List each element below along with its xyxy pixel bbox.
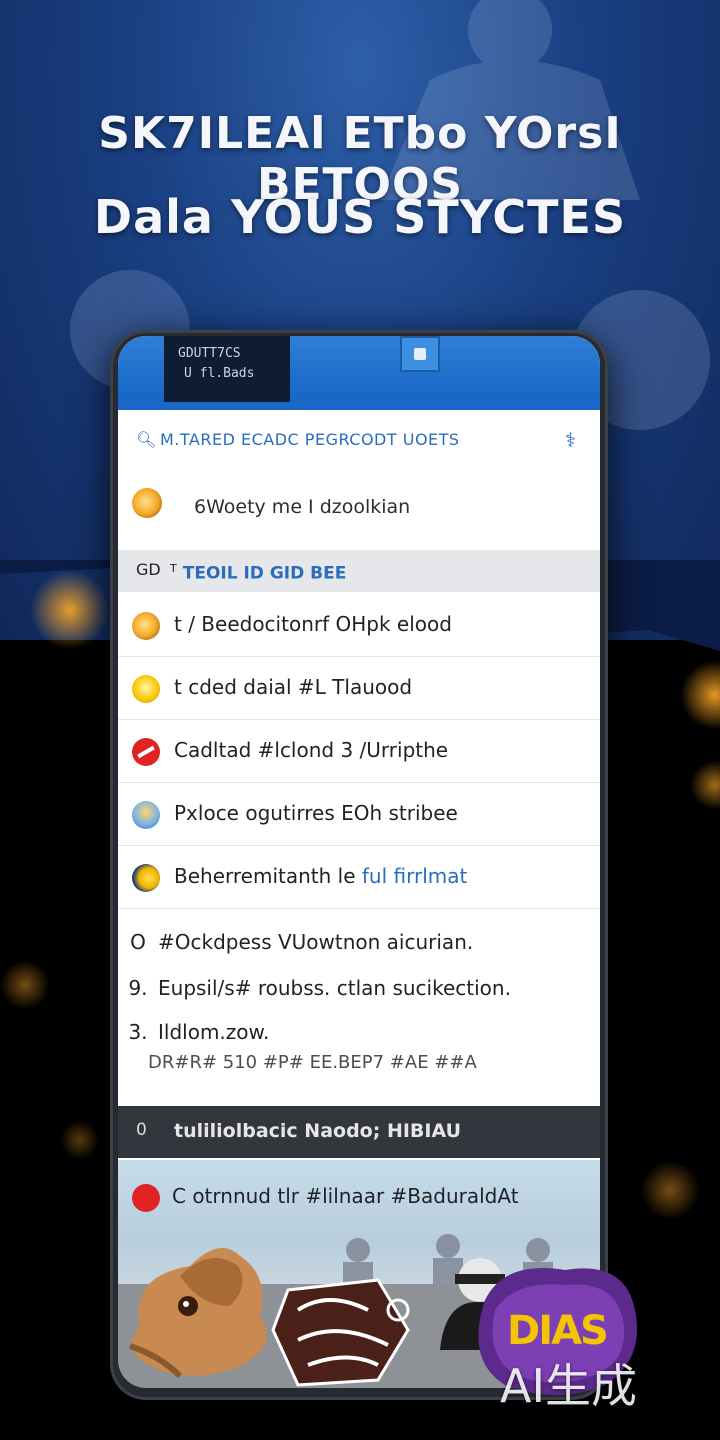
dark-section-header[interactable]: 0 tuliliolbacic Naodo; HIBIAU [118, 1106, 600, 1158]
status-card-line1: GDUTT7CS [178, 346, 241, 361]
bokeh-light [0, 960, 50, 1010]
bokeh-light [30, 570, 110, 650]
numbered-list-item[interactable]: DR#R# 510 #P# EE.BEP7 #AE ##A [148, 1052, 477, 1073]
list-item-label: Pxloce ogutirres EOh stribee [174, 801, 458, 825]
search-input[interactable]: M.TARED ECADC PEGRCODT UOETS [160, 430, 460, 449]
list-item-label: Beherremitanth le ful firrlmat [174, 864, 467, 888]
bokeh-light [640, 1160, 700, 1220]
status-bar: GDUTT7CS U fl.Bads [118, 336, 600, 408]
list-item-label: C otrnnud tlr #lilnaar #BaduraldAt [172, 1184, 519, 1208]
numbered-list-text: Eupsil/s# roubss. ctlan sucikection. [158, 976, 511, 1000]
dark-section-icon: 0 [136, 1120, 147, 1140]
egg-emoji-icon [132, 612, 160, 640]
numbered-list-text: #Ockdpess VUowtnon aicurian. [158, 930, 474, 954]
section-marker: T [170, 562, 177, 575]
avatar-icon [132, 488, 162, 518]
list-item-label: t cded daial #L Tlauood [174, 675, 413, 699]
purple-sticker-text: DIAS [507, 1308, 609, 1354]
moon-icon [132, 864, 160, 892]
bokeh-light [60, 1120, 100, 1160]
bokeh-light [680, 660, 720, 730]
sun-cloud-icon [132, 801, 160, 829]
list-item[interactable]: Beherremitanth le ful firrlmat [118, 846, 600, 909]
phone-screen: GDUTT7CS U fl.Bads 🔍︎ M.TARED ECADC PEGR… [118, 336, 600, 1336]
list-item-label: 6Woety me I dzoolkian [194, 496, 411, 518]
mic-icon[interactable]: ⚕ [565, 428, 576, 452]
status-card: GDUTT7CS U fl.Bads [164, 336, 290, 402]
list-item[interactable]: Cadltad #lclond 3 /Urripthe [118, 720, 600, 783]
numbered-list-item[interactable]: 3. Ildlom.zow. [118, 1020, 269, 1044]
bokeh-light [690, 760, 720, 810]
section-icon: GD [136, 560, 161, 579]
section-title-text: TEOIL ID GID BEE [182, 563, 347, 584]
list-item[interactable]: t / Beedocitonrf OHpk elood [118, 594, 600, 657]
smiley-emoji-icon [132, 675, 160, 703]
list-item-label: Cadltad #lclond 3 /Urripthe [174, 738, 449, 762]
dark-section-label: tuliliolbacic Naodo; HIBIAU [174, 1120, 462, 1142]
numbered-list-text: Ildlom.zow. [158, 1020, 270, 1044]
list-item-label: t / Beedocitonrf OHpk elood [174, 612, 452, 636]
numbered-list-item[interactable]: O #Ockdpess VUowtnon aicurian. [118, 930, 473, 954]
numbered-list-text: DR#R# 510 #P# EE.BEP7 #AE ##A [148, 1052, 477, 1073]
list-bullet: 3. [128, 1020, 148, 1044]
list-bullet: 9. [128, 976, 148, 1000]
red-mark-icon [132, 1184, 160, 1212]
search-bar[interactable]: 🔍︎ M.TARED ECADC PEGRCODT UOETS ⚕ [118, 414, 600, 467]
status-card-line2: U fl.Bads [184, 366, 255, 381]
search-icon[interactable]: 🔍︎ [136, 430, 156, 449]
list-item-accent: ful firrlmat [361, 864, 468, 888]
window-icon[interactable] [400, 336, 440, 372]
list-item-label-text: Beherremitanth le [174, 864, 362, 888]
section-title: T TEOIL ID GID BEE [170, 562, 346, 584]
numbered-list-item[interactable]: 9. Eupsil/s# roubss. ctlan sucikection. [118, 976, 511, 1000]
logo-badge-sticker [271, 1278, 410, 1387]
list-item[interactable]: t cded daial #L Tlauood [118, 657, 600, 720]
promo-headline-line2: Dala YOUS STYCTES [93, 190, 627, 244]
list-item[interactable]: Pxloce ogutirres EOh stribee [118, 783, 600, 846]
red-mark-icon [132, 738, 160, 766]
ai-generated-watermark: AI生成 [500, 1359, 638, 1413]
list-item[interactable]: 6Woety me I dzoolkian [118, 466, 600, 548]
header-divider [118, 402, 600, 410]
numbered-list: O #Ockdpess VUowtnon aicurian. 9. Eupsil/s… [118, 912, 600, 1096]
section-header: GD T TEOIL ID GID BEE [118, 550, 600, 592]
list-bullet: O [130, 930, 146, 954]
creature-sticker [129, 1248, 267, 1379]
